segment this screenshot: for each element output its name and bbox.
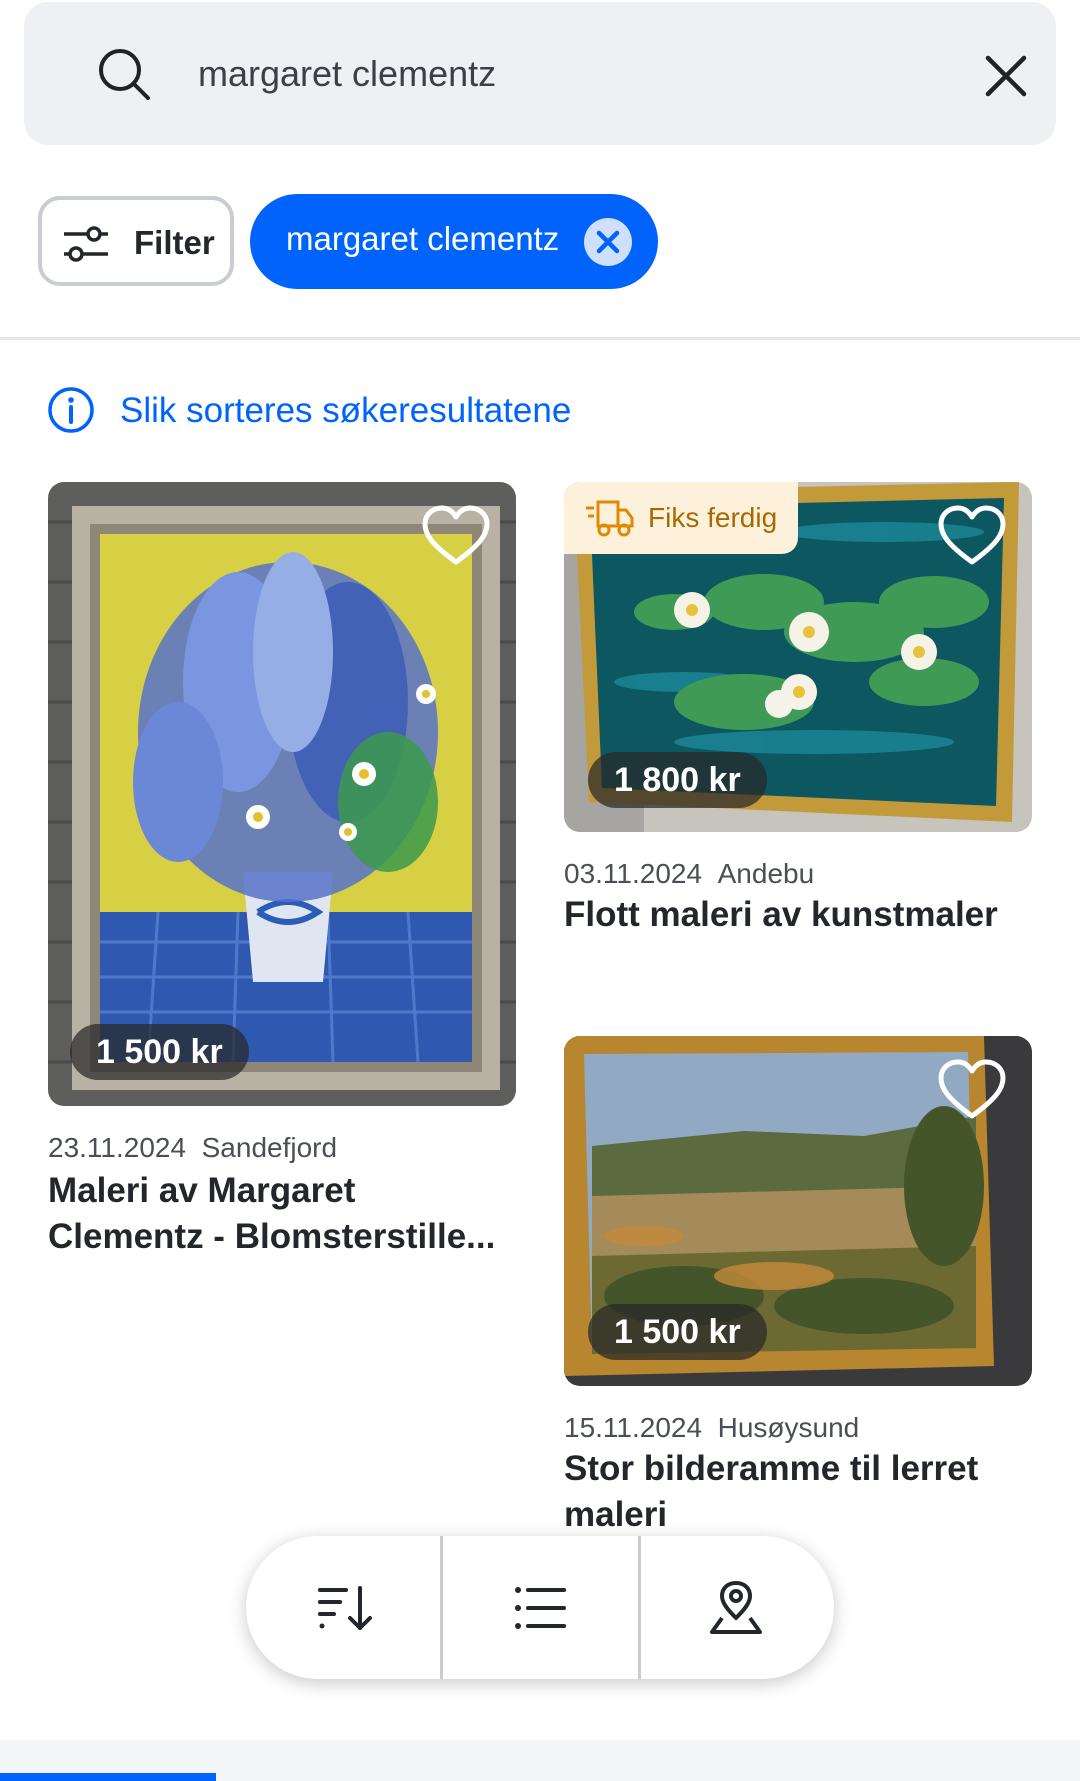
listing-card[interactable]: Fiks ferdig 1 800 kr 03.11.2024 Andebu F… [564,482,1032,942]
listing-location: Andebu [717,858,815,889]
close-icon[interactable] [982,52,1030,100]
filter-button[interactable]: Filter [38,196,234,286]
listing-date: 15.11.2024 [564,1412,703,1443]
listing-title[interactable]: Flott maleri av kunstmaler [564,892,1032,938]
price-label: 1 500 kr [588,1304,767,1360]
favorite-heart-icon[interactable] [937,504,1007,568]
list-view-button[interactable] [442,1536,638,1679]
view-toolbar [246,1536,834,1679]
sort-icon [318,1586,372,1630]
fiks-ferdig-badge: Fiks ferdig [564,482,798,554]
price-label: 1 800 kr [588,752,767,808]
active-tab-indicator [0,1773,216,1781]
search-icon [99,49,150,100]
delivery-truck-icon [586,500,634,537]
chip-label: margaret clementz [286,220,560,257]
filter-label: Filter [134,224,215,261]
list-view-icon [515,1587,566,1629]
search-bar[interactable]: margaret clementz [24,2,1056,145]
map-pin-icon [710,1581,762,1634]
sliders-icon [64,226,108,262]
close-icon [596,230,620,254]
info-icon [48,387,94,433]
listing-location: Sandefjord [201,1132,338,1163]
listing-location: Husøysund [717,1412,860,1443]
remove-chip-button[interactable] [584,218,632,266]
info-link-label: Slik sorteres søkeresultatene [120,391,572,430]
listing-card[interactable]: 1 500 kr 23.11.2024 Sandefjord Maleri av… [48,482,516,1262]
listing-date: 03.11.2024 [564,858,703,889]
listing-card[interactable]: 1 500 kr 15.11.2024 Husøysund Stor bilde… [564,1036,1032,1536]
price-label: 1 500 kr [70,1024,249,1080]
favorite-heart-icon[interactable] [421,504,491,568]
listing-date-location: 23.11.2024 Sandefjord [48,1132,337,1164]
sort-button[interactable] [246,1536,442,1679]
listing-title[interactable]: Stor bilderamme til lerret maleri [564,1446,1032,1538]
listing-title[interactable]: Maleri av Margaret Clementz - Blomsterst… [48,1168,516,1260]
active-filter-chip[interactable]: margaret clementz [250,194,658,289]
favorite-heart-icon[interactable] [937,1058,1007,1122]
listing-date-location: 15.11.2024 Husøysund [564,1412,859,1444]
search-input[interactable]: margaret clementz [198,50,496,98]
listing-date-location: 03.11.2024 Andebu [564,858,814,890]
badge-label: Fiks ferdig [648,502,778,533]
listing-image [48,482,516,1106]
divider [0,337,1080,340]
map-view-button[interactable] [638,1536,834,1679]
listing-date: 23.11.2024 [48,1132,187,1163]
